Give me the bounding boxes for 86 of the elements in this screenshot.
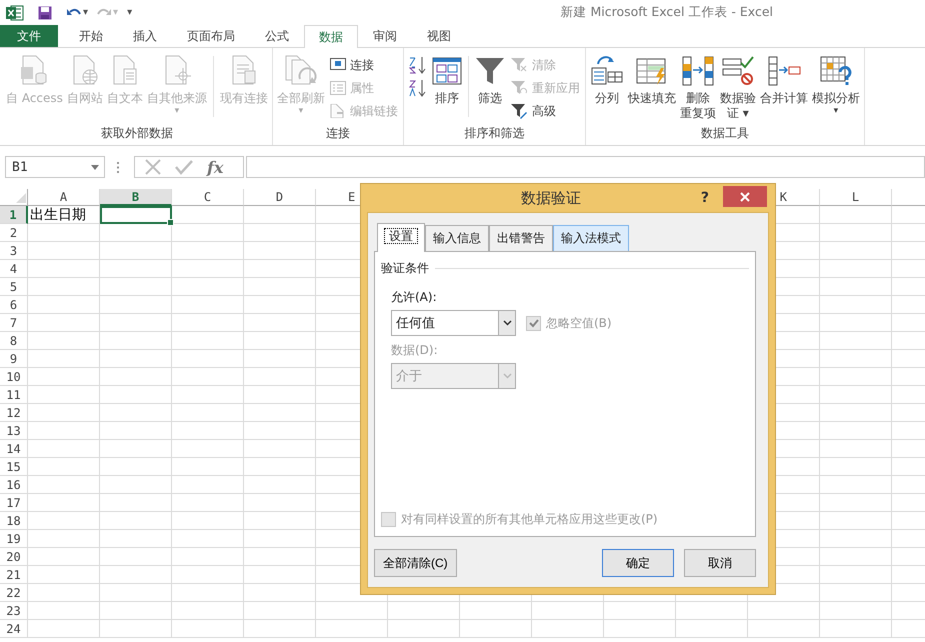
ribbon-tab[interactable]: 插入 <box>118 25 172 47</box>
enter-icon <box>175 159 193 175</box>
button-label: 合并计算 <box>760 91 808 106</box>
group-label: 排序和筛选 <box>463 125 526 142</box>
field-label: 允许(A): <box>391 289 438 306</box>
button-label: 快速填充 <box>628 91 676 106</box>
button-label: 模拟分析 ▾ <box>812 91 860 116</box>
dialog-button[interactable]: 全部清除(C) <box>374 549 457 577</box>
checkbox-label: 忽略空值(B) <box>546 314 612 332</box>
chevron-down-icon <box>502 320 512 326</box>
field-label: 数据(D): <box>391 342 439 359</box>
button-label: 自网站 <box>66 91 103 106</box>
button-label: 排序 <box>434 91 459 106</box>
caret-icon <box>91 164 99 170</box>
ribbon-tab[interactable]: 页面布局 <box>172 25 250 47</box>
formula-input[interactable] <box>246 156 925 178</box>
button-label: 分列 <box>594 91 619 106</box>
close-button[interactable] <box>723 186 767 207</box>
ribbon-tab[interactable]: 开始 <box>64 25 118 47</box>
check-icon <box>528 318 538 328</box>
save-icon <box>38 6 52 20</box>
button-label: 现有连接 <box>220 91 268 106</box>
ribbon-tab[interactable]: 公式 <box>250 25 304 47</box>
what-if-icon <box>818 54 853 88</box>
ribbon-tab[interactable]: 视图 <box>412 25 466 47</box>
section-title: 验证条件 <box>381 260 429 277</box>
link-icon <box>330 104 346 118</box>
ribbon-button[interactable]: 合并计算 <box>758 54 810 123</box>
dialog-title: 数据验证 <box>520 188 582 208</box>
dialog-tab[interactable]: 设置 <box>377 223 425 252</box>
column-header[interactable]: B <box>100 189 172 206</box>
button-label: 自文本 <box>106 91 143 106</box>
sort-descending-icon <box>408 79 427 97</box>
dialog-tab[interactable]: 输入法模式 <box>553 225 629 251</box>
button-label: 删除 重复项 <box>680 91 716 121</box>
ribbon-button[interactable] <box>408 56 427 74</box>
validation-icon <box>720 54 755 88</box>
ribbon-button[interactable]: 数据验 证 ▾ <box>718 54 758 123</box>
selected-cell[interactable] <box>100 206 172 224</box>
button-label: 全部刷新 ▾ <box>276 91 325 116</box>
ribbon-tab[interactable]: 审阅 <box>358 25 412 47</box>
checkbox-label: 对有同样设置的所有其他单元格应用这些更改(P) <box>401 511 658 528</box>
ribbon-button[interactable]: 高级 <box>510 102 580 120</box>
consolidate-icon <box>766 54 801 88</box>
dialog-tab[interactable]: 出错警告 <box>489 225 553 251</box>
ribbon-button[interactable] <box>408 79 427 97</box>
dropdown-field[interactable]: 任何值 <box>391 310 516 336</box>
table-cell[interactable]: 出生日期 <box>28 206 100 224</box>
name-box[interactable]: B1 <box>5 156 105 178</box>
ribbon-tab[interactable]: 数据 <box>304 25 358 48</box>
button-label: 自其他来源 ▾ <box>146 91 207 116</box>
undo-dropdown[interactable]: ▾ <box>83 7 88 18</box>
excel-icon <box>6 4 24 20</box>
button-label: 自 Access <box>6 91 63 106</box>
select-all-icon <box>16 193 26 203</box>
file-tab[interactable]: 文件 <box>0 25 58 47</box>
close-icon <box>740 192 750 202</box>
sort-ascending-icon <box>408 56 427 74</box>
ribbon-button[interactable]: 筛选 <box>472 54 507 123</box>
help-button[interactable]: ? <box>700 190 709 206</box>
ribbon-button[interactable]: 模拟分析 ▾ <box>810 54 862 123</box>
dialog-button[interactable]: 取消 <box>684 549 756 577</box>
ribbon-button[interactable]: 排序 <box>430 54 464 123</box>
window-title: 新建 Microsoft Excel 工作表 - Excel <box>560 4 773 21</box>
filter-refresh-icon <box>510 80 528 96</box>
filter-pencil-icon <box>510 103 528 119</box>
dialog-tab[interactable]: 输入信息 <box>425 225 489 251</box>
ribbon-button[interactable]: 连接 <box>330 56 398 74</box>
drag-handle-icon <box>117 162 120 172</box>
group-label: 连接 <box>324 125 351 142</box>
button-label: 数据验 证 ▾ <box>720 91 756 121</box>
insert-function-button[interactable]: fx <box>207 158 224 176</box>
row-header[interactable]: 1 <box>0 206 28 224</box>
dialog-button[interactable]: 确定 <box>602 549 674 577</box>
group-label: 获取外部数据 <box>100 125 174 142</box>
duplicate-columns-icon <box>680 54 715 88</box>
ribbon-button[interactable]: 快速填充 <box>626 54 678 123</box>
filter-clear-icon <box>510 57 528 73</box>
connection-icon <box>330 58 346 72</box>
customize-toolbar-button[interactable]: ▾ <box>127 7 132 18</box>
button-label: 筛选 <box>478 91 502 106</box>
list-icon <box>330 81 346 95</box>
chevron-down-icon <box>502 373 512 379</box>
ribbon-button[interactable]: 删除 重复项 <box>678 54 718 123</box>
group-label: 数据工具 <box>700 125 750 142</box>
ribbon-button[interactable]: 分列 <box>588 54 626 123</box>
